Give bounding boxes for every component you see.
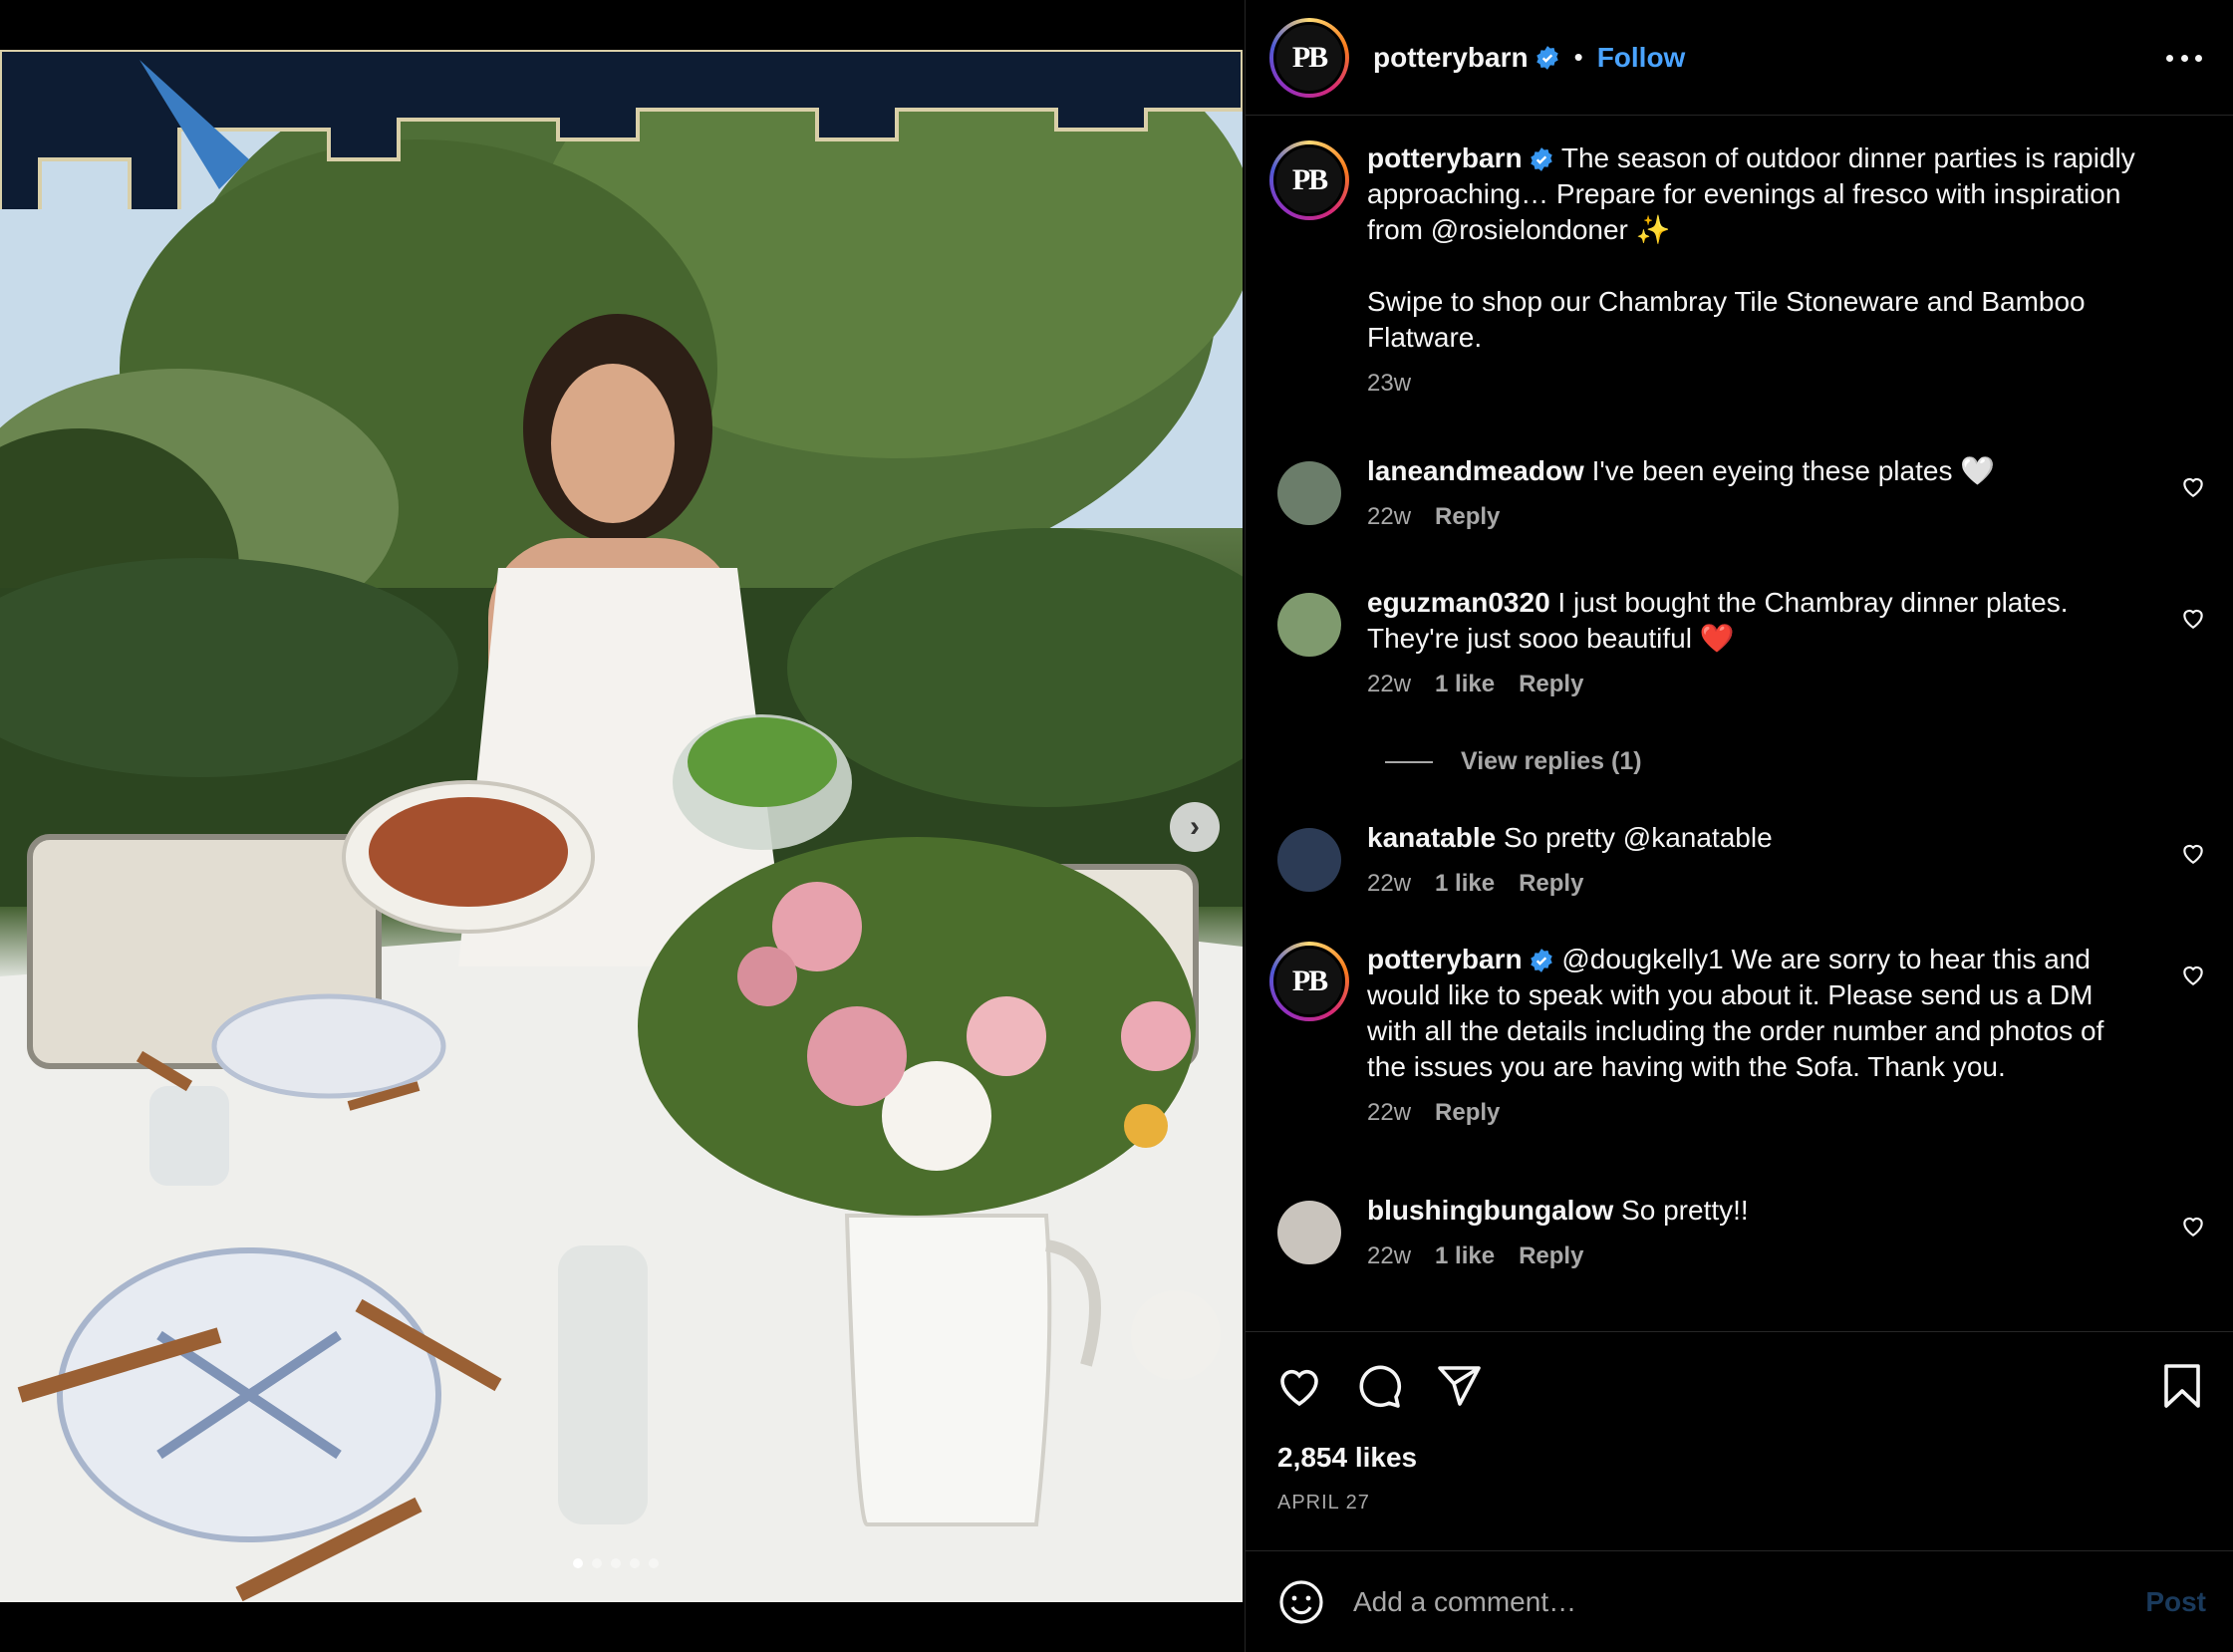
- comment-meta: 22w Reply: [1367, 503, 2206, 531]
- carousel-dot: [630, 1558, 640, 1568]
- comment-username[interactable]: laneandmeadow: [1367, 455, 1584, 486]
- comment-time: 22w: [1367, 1242, 1412, 1269]
- comment-time: 22w: [1367, 503, 1412, 530]
- author-avatar[interactable]: PB: [1269, 17, 1349, 98]
- commenter-avatar[interactable]: PB: [1269, 942, 1349, 1021]
- reply-button[interactable]: Reply: [1519, 1242, 1583, 1270]
- author-avatar[interactable]: PB: [1269, 140, 1349, 220]
- post-media[interactable]: ›: [0, 50, 1243, 1602]
- comment-username[interactable]: kanatable: [1367, 822, 1496, 853]
- comment-text: laneandmeadow I've been eyeing these pla…: [1367, 453, 2144, 489]
- comment-item: PB potterybarn @dougkelly1 We are sorry …: [1269, 942, 2206, 1127]
- caption: PB potterybarn The season of outdoor din…: [1269, 140, 2206, 398]
- caption-meta: 23w: [1367, 370, 2206, 398]
- likes-count[interactable]: 2,854 likes: [1277, 1442, 1417, 1474]
- follow-button[interactable]: Follow: [1597, 42, 1686, 74]
- comment-body: So pretty @kanatable: [1503, 822, 1773, 853]
- comment-icon[interactable]: [1355, 1362, 1403, 1410]
- post-actions: 2,854 likes APRIL 27: [1246, 1331, 2233, 1550]
- carousel-dot: [649, 1558, 659, 1568]
- carousel-dot: [573, 1558, 583, 1568]
- comment-username[interactable]: blushingbungalow: [1367, 1195, 1613, 1226]
- post-date: APRIL 27: [1277, 1492, 1370, 1514]
- comment-body: So pretty!!: [1621, 1195, 1749, 1226]
- post-comment-button[interactable]: Post: [2145, 1586, 2206, 1618]
- share-send-icon[interactable]: [1435, 1362, 1483, 1410]
- commenter-avatar[interactable]: [1277, 593, 1341, 657]
- avatar-initials: PB: [1273, 946, 1345, 1017]
- view-replies-button[interactable]: View replies (1): [1385, 747, 1642, 776]
- comment-input[interactable]: [1353, 1585, 2110, 1618]
- comment-likes[interactable]: 1 like: [1435, 870, 1495, 898]
- avatar-initials: PB: [1273, 144, 1345, 216]
- comment-meta: 22w 1 like Reply: [1367, 1242, 2206, 1270]
- comment-meta: 22w Reply: [1367, 1099, 2206, 1127]
- comment-username[interactable]: potterybarn: [1367, 944, 1523, 974]
- comment-time: 22w: [1367, 671, 1412, 697]
- comment-text: kanatable So pretty @kanatable: [1367, 820, 2144, 856]
- avatar-initials: PB: [1273, 21, 1345, 94]
- reply-button[interactable]: Reply: [1435, 1099, 1500, 1127]
- like-comment-heart-icon[interactable]: [2180, 840, 2206, 866]
- add-comment-bar: Post: [1246, 1550, 2233, 1652]
- caption-body-2: Swipe to shop our Chambray Tile Stonewar…: [1367, 286, 2086, 353]
- comment-item: eguzman0320 I just bought the Chambray d…: [1269, 585, 2206, 698]
- verified-badge-icon: [1530, 147, 1552, 171]
- view-replies-line: [1385, 760, 1433, 763]
- author-username[interactable]: potterybarn: [1373, 42, 1529, 74]
- comment-meta: 22w 1 like Reply: [1367, 870, 2206, 898]
- bookmark-save-icon[interactable]: [2158, 1362, 2206, 1410]
- comment-time: 22w: [1367, 1099, 1412, 1126]
- emoji-picker-icon[interactable]: [1277, 1578, 1325, 1626]
- verified-badge-icon: [1535, 45, 1558, 70]
- like-comment-heart-icon[interactable]: [2180, 962, 2206, 987]
- comment-likes[interactable]: 1 like: [1435, 671, 1495, 698]
- commenter-avatar[interactable]: [1277, 1201, 1341, 1264]
- like-comment-heart-icon[interactable]: [2180, 473, 2206, 499]
- comment-likes[interactable]: 1 like: [1435, 1242, 1495, 1270]
- post-photo: [0, 50, 1243, 1602]
- caption-time: 23w: [1367, 370, 1412, 397]
- comment-text: blushingbungalow So pretty!!: [1367, 1193, 2144, 1229]
- like-comment-heart-icon[interactable]: [2180, 605, 2206, 631]
- caption-username[interactable]: potterybarn: [1367, 142, 1523, 173]
- comment-item: laneandmeadow I've been eyeing these pla…: [1269, 453, 2206, 531]
- commenter-avatar[interactable]: [1277, 828, 1341, 892]
- post-sidebar: PB potterybarn • Follow PB potterybarn T…: [1245, 0, 2233, 1652]
- carousel-dot: [592, 1558, 602, 1568]
- post-header: PB potterybarn • Follow: [1246, 0, 2233, 116]
- reply-button[interactable]: Reply: [1519, 870, 1583, 898]
- carousel-indicator: [573, 1558, 659, 1568]
- comment-text: eguzman0320 I just bought the Chambray d…: [1367, 585, 2144, 657]
- like-heart-icon[interactable]: [1275, 1362, 1323, 1410]
- comment-item: kanatable So pretty @kanatable 22w 1 lik…: [1269, 820, 2206, 898]
- comment-time: 22w: [1367, 870, 1412, 897]
- like-comment-heart-icon[interactable]: [2180, 1213, 2206, 1239]
- comment-username[interactable]: eguzman0320: [1367, 587, 1550, 618]
- reply-button[interactable]: Reply: [1435, 503, 1500, 531]
- more-options-icon[interactable]: [2166, 40, 2202, 76]
- verified-badge-icon: [1530, 949, 1552, 972]
- comments-list[interactable]: PB potterybarn The season of outdoor din…: [1246, 117, 2233, 1330]
- carousel-dot: [611, 1558, 621, 1568]
- comment-text: potterybarn @dougkelly1 We are sorry to …: [1367, 942, 2144, 1085]
- separator-dot: •: [1573, 42, 1583, 72]
- awning: [0, 50, 1243, 209]
- commenter-avatar[interactable]: [1277, 461, 1341, 525]
- comment-meta: 22w 1 like Reply: [1367, 671, 2206, 698]
- reply-button[interactable]: Reply: [1519, 671, 1583, 698]
- caption-text: potterybarn The season of outdoor dinner…: [1367, 140, 2144, 356]
- comment-item: blushingbungalow So pretty!! 22w 1 like …: [1269, 1193, 2206, 1270]
- carousel-next-button[interactable]: ›: [1170, 802, 1220, 852]
- view-replies-label: View replies (1): [1461, 747, 1642, 775]
- comment-body: I've been eyeing these plates 🤍: [1591, 455, 1996, 486]
